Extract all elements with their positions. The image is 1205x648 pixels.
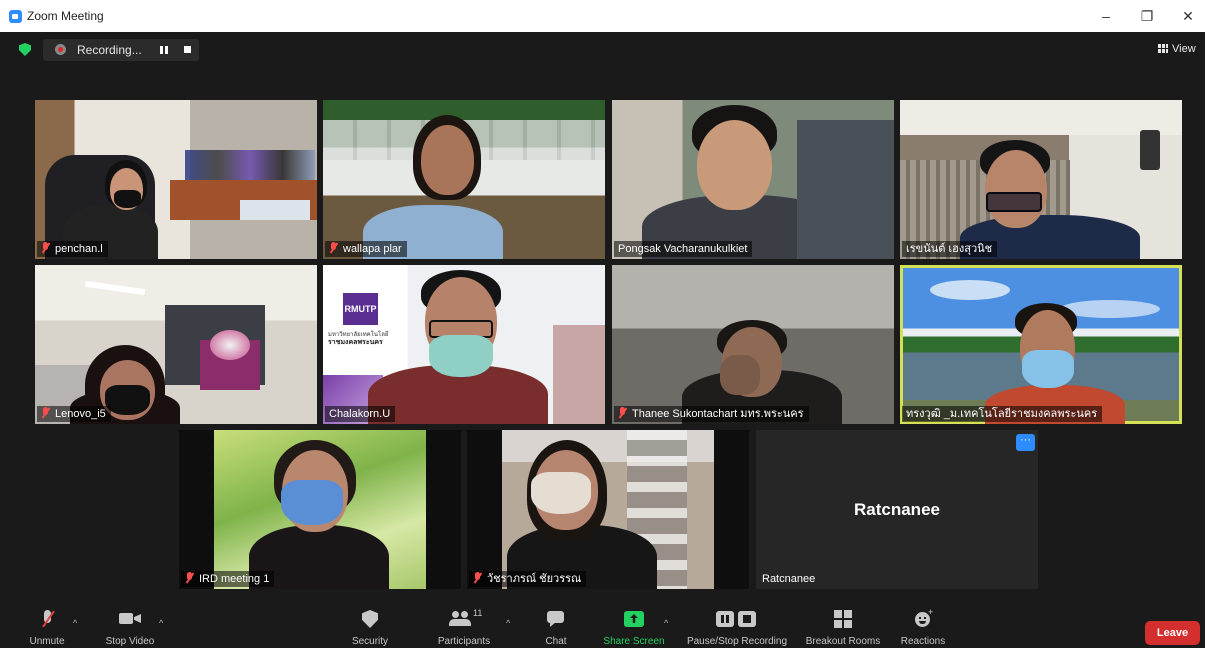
zoom-app-icon	[9, 10, 22, 23]
window-title: Zoom Meeting	[27, 9, 104, 23]
participants-icon: 11	[442, 608, 486, 630]
shield-icon	[362, 608, 378, 630]
video-tile-thanee[interactable]: Thanee Sukontachart มทร.พระนคร	[612, 265, 894, 424]
minimize-button[interactable]: –	[1095, 6, 1117, 26]
participant-name: Lenovo_i5	[37, 406, 111, 422]
restore-button[interactable]: ❐	[1136, 6, 1158, 26]
participants-options-caret[interactable]: ^	[506, 618, 514, 628]
recording-indicator: Recording...	[43, 39, 199, 61]
close-button[interactable]: ✕	[1177, 6, 1199, 26]
participant-name: Thanee Sukontachart มทร.พระนคร	[614, 406, 809, 422]
rmutp-logo: RMUTP	[343, 293, 378, 325]
audio-options-caret[interactable]: ^	[73, 618, 81, 628]
stop-video-button[interactable]: Stop Video	[100, 608, 160, 647]
video-tile-penchan[interactable]: penchan.l	[35, 100, 317, 259]
mic-muted-icon	[185, 572, 194, 583]
pause-stop-recording-button[interactable]: Pause/Stop Recording	[683, 608, 791, 647]
mic-muted-icon	[41, 407, 50, 418]
video-tile-lenovo[interactable]: Lenovo_i5	[35, 265, 317, 424]
video-tile-songwut[interactable]: ทรงวุฒิ _ม.เทคโนโลยีราชมงคลพระนคร	[900, 265, 1182, 424]
participant-display-name: Ratcnanee	[854, 499, 940, 519]
participant-name: Ratcnanee	[762, 573, 816, 585]
share-arrow-icon	[624, 608, 644, 630]
view-button[interactable]: View	[1158, 43, 1196, 55]
participants-button[interactable]: 11 Participants	[432, 608, 496, 647]
reactions-button[interactable]: + Reactions	[896, 608, 950, 648]
smiley-icon: +	[913, 608, 933, 630]
video-tile-ird[interactable]: IRD meeting 1	[179, 430, 461, 589]
share-screen-button[interactable]: Share Screen	[602, 608, 666, 647]
video-tile-wallapa[interactable]: wallapa plar	[323, 100, 605, 259]
grid-view-icon	[1158, 44, 1168, 53]
participants-count: 11	[473, 608, 483, 618]
pause-recording-icon[interactable]	[160, 46, 168, 54]
security-button[interactable]: Security	[348, 608, 392, 647]
leave-button[interactable]: Leave	[1145, 621, 1200, 645]
breakout-rooms-icon	[834, 608, 852, 630]
participant-name: ทรงวุฒิ _ม.เทคโนโลยีราชมงคลพระนคร	[902, 406, 1103, 422]
video-tile-ratcnanee[interactable]: ··· Ratcnanee Ratcnanee	[756, 430, 1038, 589]
recording-dot-icon	[55, 44, 66, 55]
pause-stop-icon	[716, 608, 758, 630]
breakout-rooms-button[interactable]: Breakout Rooms	[802, 608, 884, 647]
participant-name: IRD meeting 1	[181, 571, 275, 587]
video-tile-chalakorn[interactable]: RMUTP มหาวิทยาลัยเทคโนโลยี ราชมงคลพระนคร…	[323, 265, 605, 424]
stop-recording-icon[interactable]	[184, 46, 191, 53]
participant-name: Chalakorn.U	[325, 406, 396, 422]
participant-name: penchan.l	[37, 241, 108, 257]
mic-muted-icon	[473, 572, 482, 583]
view-label: View	[1172, 43, 1196, 55]
unmute-button[interactable]: Unmute	[24, 608, 70, 647]
video-tile-pongsak[interactable]: Pongsak Vacharanukulkiet	[612, 100, 894, 259]
participant-name: wallapa plar	[325, 241, 407, 257]
mic-muted-icon	[618, 407, 627, 418]
mic-muted-icon	[329, 242, 338, 253]
share-options-caret[interactable]: ^	[664, 618, 672, 628]
mic-muted-icon	[41, 242, 50, 253]
chat-button[interactable]: Chat	[536, 608, 576, 647]
participant-name: เรขนันต์ เฮงสุวนิช	[902, 241, 998, 257]
rmutp-caption-line2: ราชมงคลพระนคร	[328, 339, 383, 346]
recording-label: Recording...	[77, 43, 142, 57]
window-title-bar: Zoom Meeting – ❐ ✕	[0, 0, 1205, 32]
participant-name: วัชราภรณ์ ชัยวรรณ	[469, 571, 587, 587]
video-options-caret[interactable]: ^	[159, 618, 167, 628]
video-tile-rekhanan[interactable]: เรขนันต์ เฮงสุวนิช	[900, 100, 1182, 259]
participant-name: Pongsak Vacharanukulkiet	[614, 241, 753, 257]
mic-muted-icon	[39, 608, 55, 630]
chat-bubble-icon	[547, 608, 565, 630]
video-tile-watcharaporn[interactable]: วัชราภรณ์ ชัยวรรณ	[467, 430, 749, 589]
video-camera-icon	[119, 608, 141, 630]
